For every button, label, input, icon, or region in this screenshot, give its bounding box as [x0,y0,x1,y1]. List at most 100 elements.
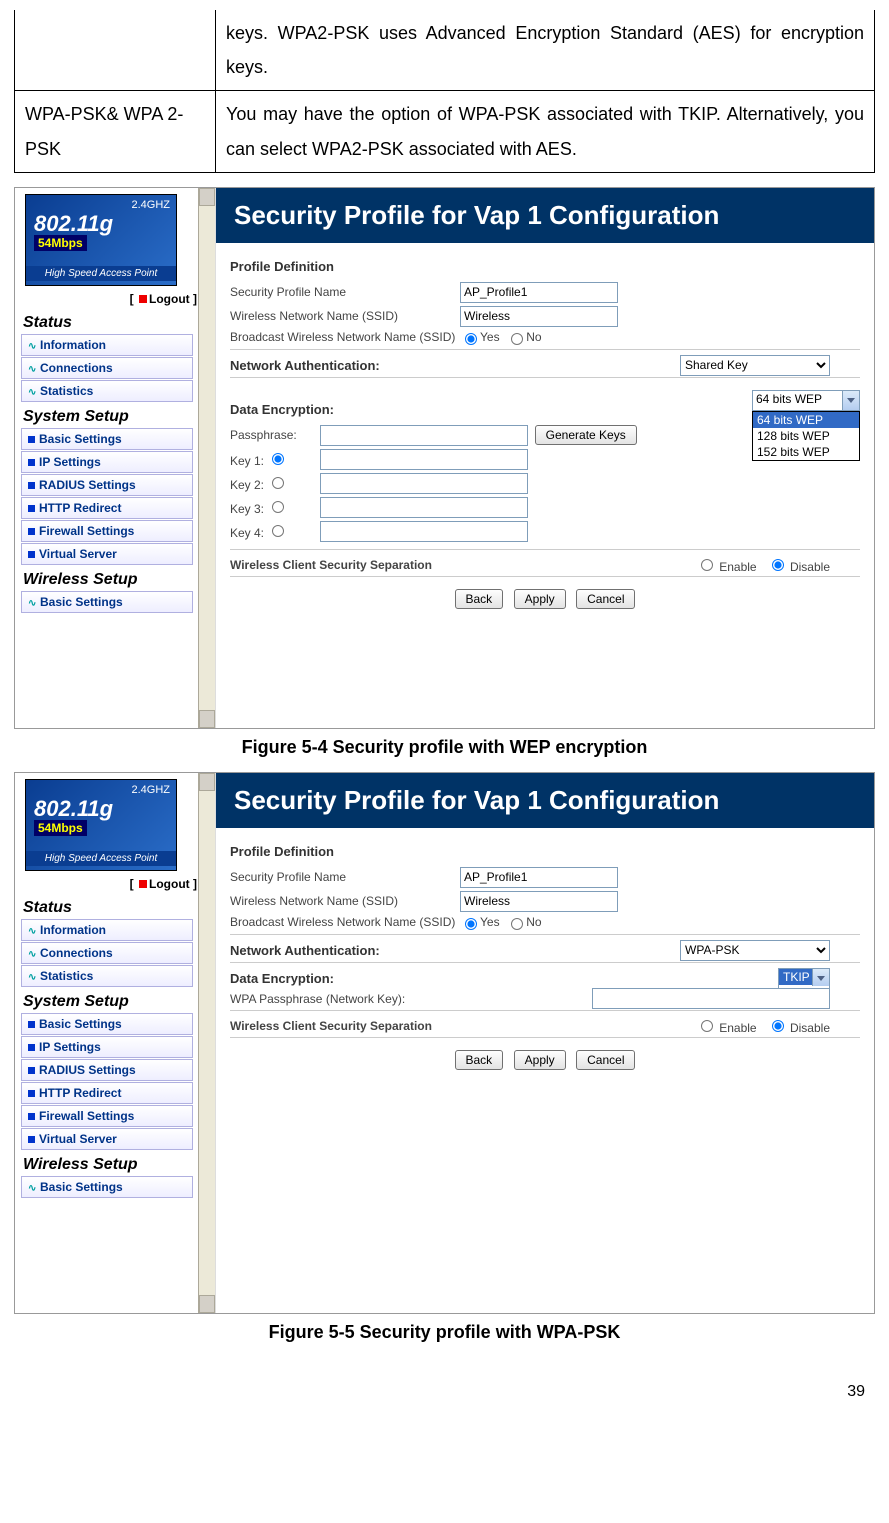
label-no: No [526,330,541,344]
nav-connections[interactable]: ∿Connections [21,357,193,379]
page-header-2: Security Profile for Vap 1 Configuration [216,773,874,828]
input-ssid[interactable] [460,306,618,327]
label-spn: Security Profile Name [230,285,460,299]
nav-head-system-2: System Setup [23,993,215,1011]
radio-key1[interactable] [272,453,284,465]
radio-wcss-disable-2[interactable] [772,1020,784,1032]
button-apply[interactable]: Apply [514,589,566,609]
select-data-enc[interactable]: 64 bits WEP 64 bits WEP 128 bits WEP 152… [752,390,860,461]
input-key3[interactable] [320,497,528,518]
select-net-auth-2[interactable]: WPA-PSK [680,940,830,961]
logo-54mbps-2: 54Mbps [34,820,87,836]
radio-wcss-enable-2[interactable] [701,1020,713,1032]
radio-key3[interactable] [272,501,284,513]
nav-statistics-2[interactable]: ∿Statistics [21,965,193,987]
logout-link-2[interactable]: [ Logout ] [15,877,197,891]
input-wpa-passphrase[interactable] [592,988,830,1009]
input-spn[interactable] [460,282,618,303]
nav-wl-basic-settings-2[interactable]: ∿Basic Settings [21,1176,193,1198]
scroll-down-icon-2[interactable] [199,1295,215,1313]
radio-wcss-enable[interactable] [701,559,713,571]
nav-http-redirect-2[interactable]: HTTP Redirect [21,1082,193,1104]
radio-key2[interactable] [272,477,284,489]
button-apply-2[interactable]: Apply [514,1050,566,1070]
section-profile-def: Profile Definition [230,259,874,274]
scroll-down-icon[interactable] [199,710,215,728]
section-net-auth: Network Authentication: [230,358,380,373]
select-data-enc-list[interactable]: 64 bits WEP 128 bits WEP 152 bits WEP [752,411,860,461]
radio-bssid-yes-2[interactable] [465,918,477,930]
figure-caption-1: Figure 5-4 Security profile with WEP enc… [14,737,875,758]
label-yes-2: Yes [480,915,500,929]
radio-wcss-disable[interactable] [772,559,784,571]
scrollbar[interactable] [198,188,215,728]
nav-ip-settings-2[interactable]: IP Settings [21,1036,193,1058]
logo-2: 2.4GHZ 802.11g 54Mbps High Speed Access … [25,779,177,871]
label-key2: Key 2: [230,478,264,492]
button-cancel-2[interactable]: Cancel [576,1050,635,1070]
input-ssid-2[interactable] [460,891,618,912]
input-key1[interactable] [320,449,528,470]
nav-basic-settings[interactable]: Basic Settings [21,428,193,450]
select-net-auth[interactable]: Shared Key [680,355,830,376]
option-64bit[interactable]: 64 bits WEP [753,412,859,428]
scroll-up-icon-2[interactable] [199,773,215,791]
nav-information-2[interactable]: ∿Information [21,919,193,941]
logout-link[interactable]: [ Logout ] [15,292,197,306]
sidebar: 2.4GHZ 802.11g 54Mbps High Speed Access … [15,188,216,728]
nav-virtual-server-2[interactable]: Virtual Server [21,1128,193,1150]
radio-bssid-no-2[interactable] [511,918,523,930]
logo-ghz: 2.4GHZ [131,199,170,211]
input-passphrase[interactable] [320,425,528,446]
nav-radius-settings-2[interactable]: RADIUS Settings [21,1059,193,1081]
nav-firewall-settings[interactable]: Firewall Settings [21,520,193,542]
radio-bssid-no[interactable] [511,333,523,345]
scrollbar-2[interactable] [198,773,215,1313]
nav-wl-basic-settings[interactable]: ∿Basic Settings [21,591,193,613]
nav-firewall-settings-2[interactable]: Firewall Settings [21,1105,193,1127]
button-back[interactable]: Back [455,589,504,609]
label-wcss: Wireless Client Security Separation [230,558,432,572]
nav-statistics[interactable]: ∿Statistics [21,380,193,402]
page-header: Security Profile for Vap 1 Configuration [216,188,874,243]
nav-radius-settings[interactable]: RADIUS Settings [21,474,193,496]
nav-head-status: Status [23,314,215,332]
nav-ip-settings[interactable]: IP Settings [21,451,193,473]
select-data-enc-2[interactable]: TKIP [778,968,830,989]
radio-bssid-yes[interactable] [465,333,477,345]
section-data-enc: Data Encryption: [230,402,752,417]
input-spn-2[interactable] [460,867,618,888]
label-disable-2: Disable [790,1021,830,1035]
label-ssid: Wireless Network Name (SSID) [230,309,460,323]
nav-virtual-server[interactable]: Virtual Server [21,543,193,565]
nav-head-status-2: Status [23,899,215,917]
label-yes: Yes [480,330,500,344]
option-152bit[interactable]: 152 bits WEP [753,444,859,460]
logo-54mbps: 54Mbps [34,235,87,251]
label-bssid: Broadcast Wireless Network Name (SSID) [230,330,460,344]
definition-table: keys. WPA2-PSK uses Advanced Encryption … [14,10,875,173]
screenshot-wpa: 2.4GHZ 802.11g 54Mbps High Speed Access … [14,772,875,1314]
input-key2[interactable] [320,473,528,494]
button-back-2[interactable]: Back [455,1050,504,1070]
option-128bit[interactable]: 128 bits WEP [753,428,859,444]
input-key4[interactable] [320,521,528,542]
label-key1: Key 1: [230,454,264,468]
chevron-down-icon-2 [812,969,829,986]
table-row2-right: You may have the option of WPA-PSK assoc… [216,91,875,172]
label-key4: Key 4: [230,526,264,540]
section-data-enc-2: Data Encryption: [230,971,334,986]
nav-information[interactable]: ∿Information [21,334,193,356]
nav-connections-2[interactable]: ∿Connections [21,942,193,964]
nav-http-redirect[interactable]: HTTP Redirect [21,497,193,519]
logo-subtitle: High Speed Access Point [26,266,176,281]
radio-key4[interactable] [272,525,284,537]
table-row2-left: WPA-PSK& WPA 2-PSK [15,91,216,172]
button-cancel[interactable]: Cancel [576,589,635,609]
button-generate-keys[interactable]: Generate Keys [535,425,637,445]
label-passphrase: Passphrase: [230,428,320,442]
nav-basic-settings-2[interactable]: Basic Settings [21,1013,193,1035]
screenshot-wep: 2.4GHZ 802.11g 54Mbps High Speed Access … [14,187,875,729]
nav-head-wireless-2: Wireless Setup [23,1156,215,1174]
scroll-up-icon[interactable] [199,188,215,206]
